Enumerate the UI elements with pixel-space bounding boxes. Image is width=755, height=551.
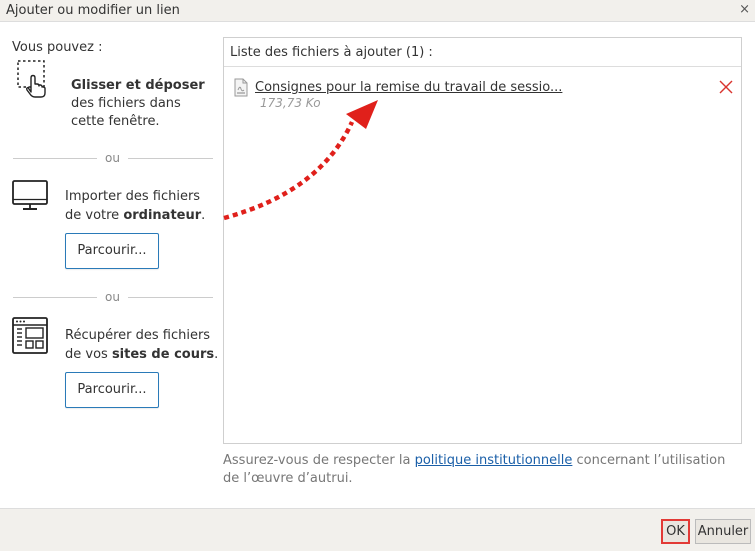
or-separator-2: ou (97, 290, 128, 304)
file-list-panel[interactable]: Liste des fichiers à ajouter (1) : Consi… (223, 37, 742, 444)
title-bar: Ajouter ou modifier un lien × (0, 0, 755, 22)
course-sites-text: Récupérer des fichiers de vos sites de c… (65, 328, 219, 362)
file-name-link[interactable]: Consignes pour la remise du travail de s… (255, 80, 562, 95)
remove-icon[interactable] (719, 80, 733, 94)
or-separator-1: ou (97, 151, 128, 165)
pdf-file-icon (234, 78, 248, 97)
policy-note: Assurez-vous de respecter la politique i… (223, 453, 726, 486)
dialog-footer (0, 508, 755, 551)
drag-drop-text: Glisser et déposer des fichiers dans cet… (71, 78, 205, 129)
file-size: 173,73 Ko (260, 96, 321, 110)
monitor-icon (12, 180, 48, 210)
ok-button[interactable]: OK (661, 519, 690, 544)
import-computer-text: Importer des fichiers de votre ordinateu… (65, 189, 206, 223)
close-icon[interactable]: × (739, 2, 750, 17)
browse-course-sites-button[interactable]: Parcourir... (65, 372, 159, 408)
course-sites-icon (12, 317, 48, 354)
policy-link[interactable]: politique institutionnelle (415, 453, 573, 468)
intro-text: Vous pouvez : (12, 40, 103, 55)
file-list-header: Liste des fichiers à ajouter (1) : (224, 38, 741, 67)
file-list-title: Liste des fichiers à ajouter (1) : (230, 45, 433, 60)
cancel-button[interactable]: Annuler (695, 519, 751, 544)
browse-computer-button[interactable]: Parcourir... (65, 233, 159, 269)
drag-drop-icon (17, 60, 46, 98)
dialog-title: Ajouter ou modifier un lien (6, 3, 180, 18)
